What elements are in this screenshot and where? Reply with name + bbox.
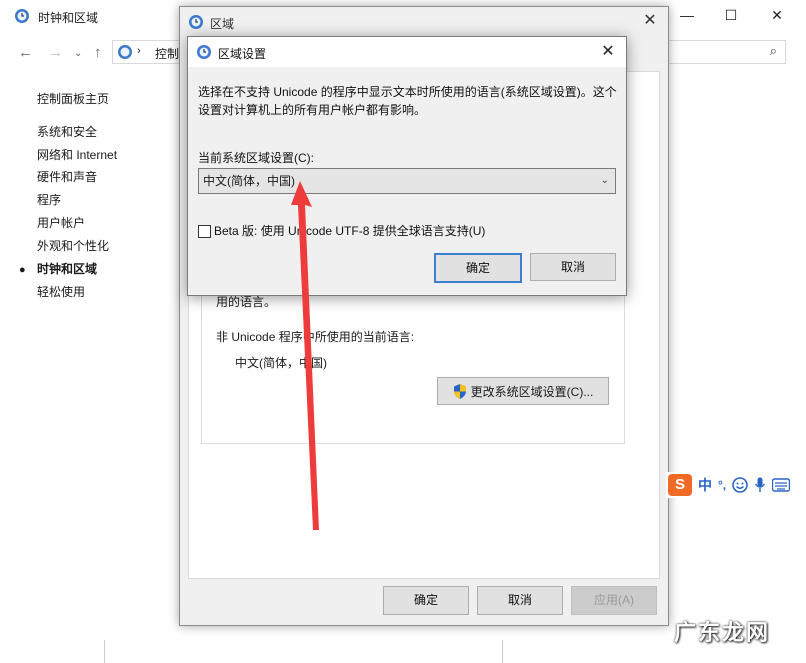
region-settings-dialog: 区域设置 ✕ 选择在不支持 Unicode 的程序中显示文本时所使用的语言(系统… <box>187 36 627 296</box>
non-unicode-value: 中文(简体，中国) <box>235 356 327 370</box>
sidebar-item-network[interactable]: 网络和 Internet <box>37 146 117 163</box>
recent-chevron-icon[interactable]: ⌄ <box>74 48 82 59</box>
sidebar-item-home[interactable]: 控制面板主页 <box>37 90 109 107</box>
search-icon[interactable]: ⌕ <box>770 43 777 59</box>
region-close-button[interactable]: ✕ <box>632 7 668 35</box>
divider <box>104 640 105 663</box>
sidebar-item-programs[interactable]: 程序 <box>37 191 61 208</box>
close-button[interactable]: ✕ <box>754 0 800 30</box>
minimize-button[interactable]: — <box>664 0 710 30</box>
sidebar-item-appearance[interactable]: 外观和个性化 <box>37 237 109 254</box>
breadcrumb[interactable]: 控制 <box>155 45 179 62</box>
ime-toolbar: S 中 °, <box>666 472 806 498</box>
sidebar-item-ease-of-access[interactable]: 轻松使用 <box>37 283 85 300</box>
breadcrumb-chevron-icon: › <box>137 45 141 57</box>
window-title: 时钟和区域 <box>38 11 99 25</box>
locale-cancel-button[interactable]: 取消 <box>530 253 616 281</box>
system-locale-dropdown[interactable]: 中文(简体，中国) ⌄ <box>198 168 616 194</box>
sidebar-item-clock-region[interactable]: 时钟和区域 <box>37 260 97 277</box>
region-settings-close-button[interactable]: ✕ <box>590 37 626 67</box>
change-system-locale-label: 更改系统区域设置(C)... <box>470 384 594 399</box>
sidebar-item-hardware-sound[interactable]: 硬件和声音 <box>37 168 97 185</box>
watermark-logo: 广东龙网 <box>673 621 770 646</box>
change-system-locale-button[interactable]: 更改系统区域设置(C)... <box>437 377 609 405</box>
sidebar-item-user-accounts[interactable]: 用户帐户 <box>37 214 85 231</box>
region-cancel-button[interactable]: 取消 <box>477 586 563 615</box>
locale-description: 选择在不支持 Unicode 的程序中显示文本时所使用的语言(系统区域设置)。这… <box>198 85 617 117</box>
region-ok-button[interactable]: 确定 <box>383 586 469 615</box>
locale-ok-button[interactable]: 确定 <box>434 253 522 283</box>
region-apply-button[interactable]: 应用(A) <box>571 586 657 615</box>
system-locale-value: 中文(简体，中国) <box>203 174 295 188</box>
maximize-button[interactable]: ☐ <box>708 0 754 30</box>
address-bar[interactable]: › 控制 <box>112 40 188 64</box>
input-mode-toggle[interactable]: 中 <box>698 475 712 495</box>
punctuation-toggle[interactable]: °, <box>718 478 726 492</box>
title-bar: 区域设置 ✕ <box>188 37 626 67</box>
current-locale-label: 当前系统区域设置(C): <box>198 151 314 165</box>
globe-clock-icon <box>189 15 203 29</box>
uac-shield-icon <box>453 383 466 399</box>
active-indicator-dot: ● <box>19 264 26 276</box>
beta-utf8-label[interactable]: Beta 版: 使用 Unicode UTF-8 提供全球语言支持(U) <box>214 222 485 239</box>
forward-arrow-icon[interactable]: → <box>48 44 63 61</box>
region-dialog-title: 区域 <box>210 17 235 31</box>
back-arrow-icon[interactable]: ← <box>18 44 33 61</box>
smiley-icon[interactable] <box>732 477 748 493</box>
globe-clock-icon <box>118 45 132 59</box>
chevron-down-icon: ⌄ <box>600 175 609 186</box>
non-unicode-label: 非 Unicode 程序中所使用的当前语言: <box>216 330 415 344</box>
globe-clock-icon <box>15 9 29 23</box>
search-input[interactable]: ⌕ <box>664 40 786 64</box>
region-settings-title: 区域设置 <box>218 47 267 61</box>
sogou-logo-icon[interactable]: S <box>668 474 692 496</box>
sidebar-item-system-security[interactable]: 系统和安全 <box>37 123 97 140</box>
up-arrow-icon[interactable]: ↑ <box>94 44 102 61</box>
microphone-icon[interactable] <box>754 477 766 493</box>
divider <box>502 640 503 663</box>
beta-utf8-checkbox[interactable] <box>198 225 211 238</box>
keyboard-icon[interactable] <box>772 478 791 492</box>
globe-clock-icon <box>197 45 211 59</box>
